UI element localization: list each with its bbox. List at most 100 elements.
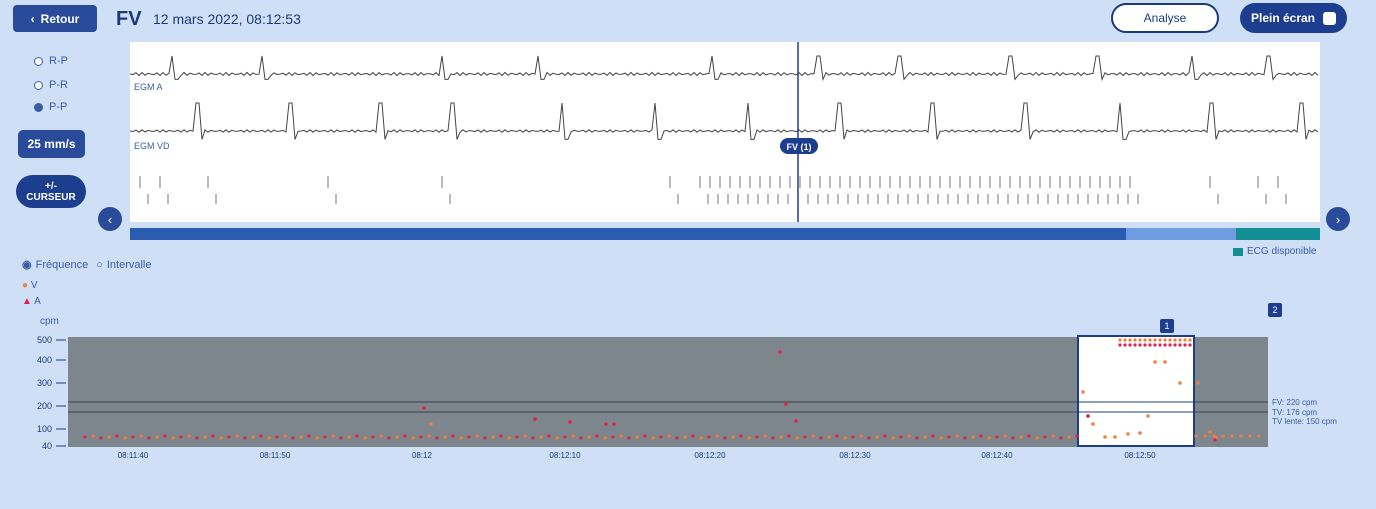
trend-point — [612, 422, 616, 426]
trend-point — [651, 436, 655, 440]
y-tick-label: 500 — [37, 335, 52, 345]
trend-point — [875, 435, 879, 439]
trend-point — [835, 434, 839, 438]
trend-point — [331, 434, 335, 438]
trend-point — [251, 435, 255, 439]
trend-point — [1086, 414, 1090, 418]
trend-point — [155, 435, 159, 439]
trend-point — [1221, 434, 1225, 438]
trend-point — [235, 434, 239, 438]
trend-point — [1178, 338, 1182, 342]
trend-point — [1153, 343, 1157, 347]
trend-point — [523, 434, 527, 438]
trend-point — [267, 436, 271, 440]
trend-point — [1163, 343, 1167, 347]
trend-point — [1003, 434, 1007, 438]
trend-point — [1128, 343, 1132, 347]
trend-point — [971, 435, 975, 439]
trend-point — [243, 436, 247, 440]
trend-point — [107, 435, 111, 439]
trend-point — [171, 436, 175, 440]
trend-point — [1075, 434, 1079, 438]
trend-point — [1113, 435, 1117, 439]
trend-point — [883, 434, 887, 438]
trend-point — [1153, 360, 1157, 364]
y-tick-label: 300 — [37, 378, 52, 388]
trend-point — [568, 420, 572, 424]
trend-point — [675, 436, 679, 440]
trend-point — [819, 436, 823, 440]
trend-point — [91, 434, 95, 438]
trend-point — [1158, 343, 1162, 347]
trend-point — [827, 435, 831, 439]
trend-point — [547, 434, 551, 438]
trend-point — [539, 435, 543, 439]
trend-point — [403, 434, 407, 438]
y-tick-label: 200 — [37, 401, 52, 411]
x-tick-label: 08:12:50 — [1124, 451, 1156, 460]
trend-point — [131, 435, 135, 439]
trend-point — [355, 434, 359, 438]
trend-point — [571, 434, 575, 438]
trend-point — [851, 435, 855, 439]
trend-point — [443, 435, 447, 439]
trend-point — [99, 436, 103, 440]
trend-point — [211, 434, 215, 438]
trend-point — [1239, 434, 1243, 438]
trend-point — [1011, 436, 1015, 440]
trend-point — [1091, 422, 1095, 426]
trend-point — [371, 435, 375, 439]
trend-point — [459, 436, 463, 440]
y-tick-label: 400 — [37, 355, 52, 365]
trend-point — [339, 436, 343, 440]
trend-point — [987, 436, 991, 440]
trend-point — [683, 435, 687, 439]
trend-point — [1230, 434, 1234, 438]
trend-point — [427, 434, 431, 438]
trend-point — [499, 434, 503, 438]
episode-badge-2[interactable]: 2 — [1268, 303, 1282, 317]
trend-point — [1143, 343, 1147, 347]
trend-point — [123, 436, 127, 440]
trend-point — [491, 435, 495, 439]
trend-point — [979, 434, 983, 438]
trend-point — [1067, 435, 1071, 439]
trend-point — [1123, 343, 1127, 347]
trend-point — [1146, 414, 1150, 418]
trend-point — [315, 436, 319, 440]
trend-point — [259, 434, 263, 438]
trend-point — [379, 434, 383, 438]
trend-point — [907, 434, 911, 438]
trend-point — [179, 435, 183, 439]
trend-point — [611, 435, 615, 439]
trend-point — [1163, 338, 1167, 342]
trend-point — [1019, 435, 1023, 439]
trend-point — [787, 434, 791, 438]
trend-point — [955, 434, 959, 438]
trend-point — [147, 436, 151, 440]
trend-point — [771, 436, 775, 440]
x-tick-label: 08:11:40 — [118, 451, 149, 460]
trend-point — [1051, 434, 1055, 438]
trend-point — [323, 435, 327, 439]
trend-point — [475, 434, 479, 438]
trend-point — [803, 435, 807, 439]
trend-point — [307, 434, 311, 438]
trend-point — [531, 436, 535, 440]
episode-badge-1[interactable]: 1 — [1160, 319, 1174, 333]
trend-point — [778, 350, 782, 354]
trend-point — [1035, 436, 1039, 440]
trend-point — [1103, 435, 1107, 439]
x-tick-label: 08:12:10 — [549, 451, 581, 460]
trend-point — [163, 434, 167, 438]
trend-point — [1133, 338, 1137, 342]
trend-point — [1188, 338, 1192, 342]
trend-point — [715, 434, 719, 438]
trend-point — [899, 435, 903, 439]
trend-point — [203, 435, 207, 439]
trend-point — [1196, 381, 1200, 385]
trend-point — [1173, 338, 1177, 342]
trend-point — [1148, 343, 1152, 347]
trend-point — [429, 422, 433, 426]
trend-point — [1143, 338, 1147, 342]
